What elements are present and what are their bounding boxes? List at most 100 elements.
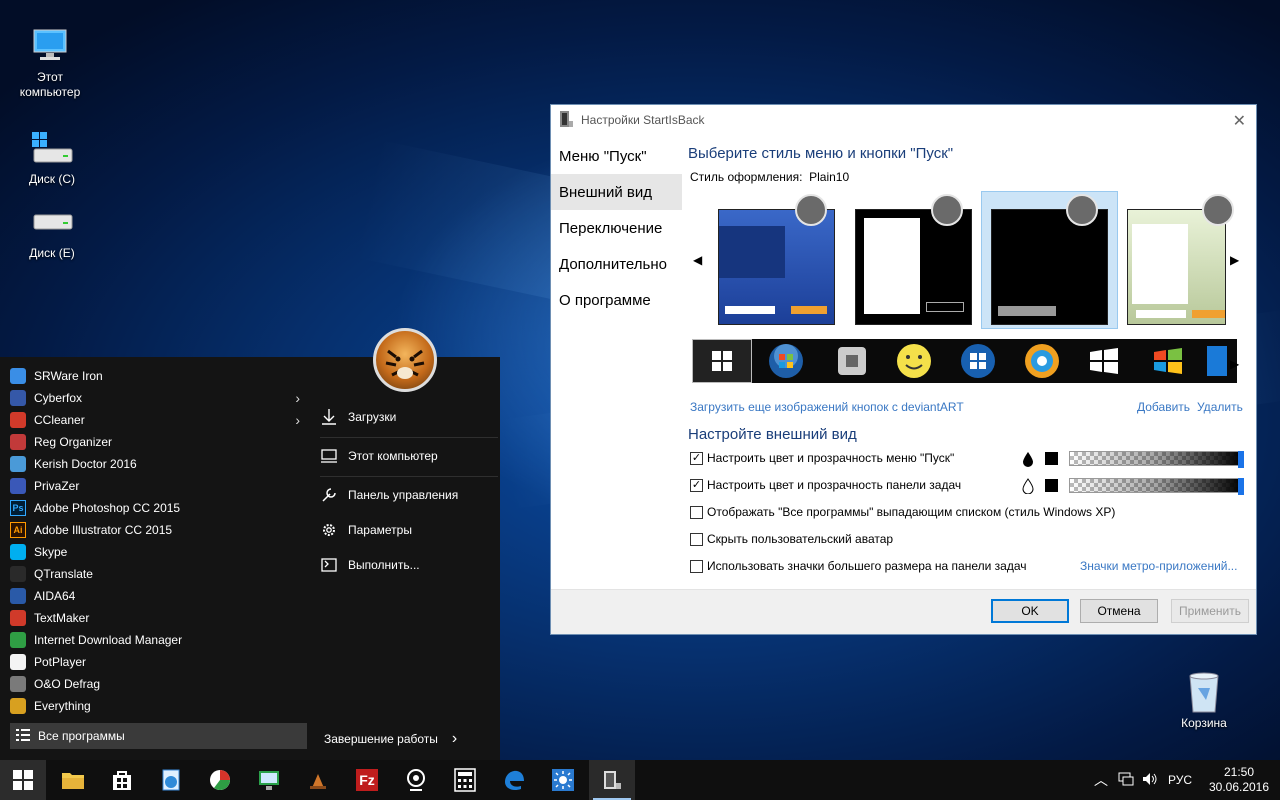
- shutdown-button[interactable]: Завершение работы ›: [324, 730, 457, 748]
- checkbox-checked[interactable]: ✓: [690, 478, 703, 492]
- start-item-this-pc[interactable]: Этот компьютер: [320, 438, 500, 474]
- option-checkbox-row[interactable]: Отображать "Все программы" выпадающим сп…: [690, 505, 1115, 519]
- start-menu-transparency-slider[interactable]: [1069, 451, 1244, 468]
- desktop-icon-drive-e[interactable]: Диск (E): [10, 202, 94, 261]
- start-program-item[interactable]: Skype: [10, 541, 310, 563]
- style-thumb-plain10[interactable]: [991, 209, 1108, 325]
- carousel-next-icon[interactable]: ▶: [1230, 253, 1239, 267]
- orb-smiley[interactable]: [894, 343, 934, 379]
- taskbar-calculator[interactable]: [442, 760, 488, 800]
- user-avatar[interactable]: [373, 328, 437, 392]
- start-program-item[interactable]: O&O Defrag: [10, 673, 310, 695]
- network-icon[interactable]: [1118, 772, 1134, 789]
- style-thumb-xp-blue[interactable]: [718, 209, 835, 325]
- start-program-item[interactable]: Kerish Doctor 2016: [10, 453, 310, 475]
- start-program-item[interactable]: TextMaker: [10, 607, 310, 629]
- nav-item[interactable]: Дополнительно: [551, 246, 682, 282]
- start-program-item[interactable]: Ai Adobe Illustrator CC 2015: [10, 519, 310, 541]
- taskbar-edge[interactable]: [491, 760, 537, 800]
- taskbar-app-5[interactable]: [393, 760, 439, 800]
- startisback-settings-dialog: Настройки StartIsBack ✕ Меню "Пуск" Внешн…: [550, 104, 1257, 635]
- orb-gray[interactable]: [832, 343, 872, 379]
- start-button[interactable]: [0, 760, 46, 800]
- orb-windows7[interactable]: [766, 343, 806, 379]
- start-program-item[interactable]: Cyberfox ›: [10, 387, 310, 409]
- dialog-titlebar[interactable]: Настройки StartIsBack ✕: [551, 105, 1256, 135]
- program-label: TextMaker: [34, 611, 90, 625]
- orb-swirl[interactable]: [1022, 343, 1062, 379]
- volume-icon[interactable]: [1142, 772, 1158, 789]
- start-item-settings[interactable]: Параметры: [320, 512, 500, 548]
- checkbox-unchecked[interactable]: [690, 505, 703, 519]
- option-checkbox-row[interactable]: Скрыть пользовательский аватар: [690, 532, 893, 546]
- checkbox-unchecked[interactable]: [690, 559, 703, 573]
- start-program-item[interactable]: Internet Download Manager: [10, 629, 310, 651]
- windows-flag-color-icon: [1154, 348, 1182, 374]
- orb-next-icon[interactable]: ▶: [1230, 357, 1239, 371]
- start-program-item[interactable]: AIDA64: [10, 585, 310, 607]
- orb-windows8[interactable]: [958, 343, 998, 379]
- checkbox-checked[interactable]: ✓: [690, 451, 703, 465]
- taskbar-app-4[interactable]: [295, 760, 341, 800]
- all-programs-button[interactable]: Все программы: [10, 723, 307, 749]
- start-program-item[interactable]: SRWare Iron: [10, 365, 310, 387]
- nav-item[interactable]: Переключение: [551, 210, 682, 246]
- taskbar-transparency-slider[interactable]: [1069, 478, 1244, 495]
- orb-windows-white[interactable]: [1084, 343, 1124, 379]
- apply-button[interactable]: Применить: [1171, 599, 1249, 623]
- taskbar-app-6[interactable]: [540, 760, 586, 800]
- start-item-label: Загрузки: [348, 410, 397, 424]
- start-program-item[interactable]: PrivaZer: [10, 475, 310, 497]
- start-item-control-panel[interactable]: Панель управления: [320, 477, 500, 513]
- taskbar-store[interactable]: [99, 760, 145, 800]
- add-link[interactable]: Добавить: [1137, 400, 1190, 414]
- desktop-icon-this-pc[interactable]: Этот компьютер: [8, 26, 92, 100]
- cancel-button[interactable]: Отмена: [1080, 599, 1158, 623]
- taskbar-filezilla[interactable]: Fz: [344, 760, 390, 800]
- desktop-icon-recycle-bin[interactable]: Корзина: [1162, 672, 1246, 731]
- style-thumb-plain-light[interactable]: [855, 209, 972, 325]
- clock[interactable]: 21:50 30.06.2016: [1204, 765, 1274, 795]
- windows7-orb-icon: [769, 344, 803, 378]
- start-program-item[interactable]: Everything: [10, 695, 310, 717]
- start-program-item[interactable]: PotPlayer: [10, 651, 310, 673]
- close-icon[interactable]: ✕: [1233, 111, 1246, 131]
- option-checkbox-row[interactable]: ✓ Настроить цвет и прозрачность меню "Пус…: [690, 451, 954, 465]
- start-menu-color-swatch[interactable]: [1045, 452, 1058, 465]
- calculator-icon: [454, 768, 476, 792]
- start-item-run[interactable]: Выполнить...: [320, 547, 500, 583]
- windows8-orb-icon: [961, 344, 995, 378]
- start-program-item[interactable]: Reg Organizer: [10, 431, 310, 453]
- start-program-item[interactable]: CCleaner ›: [10, 409, 310, 431]
- desktop-icon-drive-c[interactable]: Диск (C): [10, 128, 94, 187]
- taskbar-app-2[interactable]: [197, 760, 243, 800]
- start-item-downloads[interactable]: Загрузки: [320, 399, 500, 435]
- taskbar-file-explorer[interactable]: [50, 760, 96, 800]
- metro-icons-link[interactable]: Значки метро-приложений...: [1080, 559, 1237, 573]
- nav-item[interactable]: Меню "Пуск": [551, 138, 682, 174]
- carousel-prev-icon[interactable]: ◀: [693, 253, 702, 267]
- start-program-item[interactable]: QTranslate: [10, 563, 310, 585]
- ok-button[interactable]: OK: [991, 599, 1069, 623]
- nav-item[interactable]: О программе: [551, 282, 682, 318]
- checkbox-unchecked[interactable]: [690, 532, 703, 546]
- orb-windows-color[interactable]: [1148, 343, 1188, 379]
- taskbar-app-3[interactable]: [246, 760, 292, 800]
- chevron-up-icon[interactable]: ︿: [1094, 770, 1108, 790]
- language-indicator[interactable]: РУС: [1168, 773, 1192, 787]
- remove-link[interactable]: Удалить: [1197, 400, 1243, 414]
- style-thumb-green[interactable]: [1127, 209, 1226, 325]
- slider-thumb[interactable]: [1238, 451, 1244, 468]
- nav-item[interactable]: Внешний вид: [551, 174, 682, 210]
- taskbar-startisback[interactable]: [589, 760, 635, 800]
- taskbar-color-swatch[interactable]: [1045, 479, 1058, 492]
- option-checkbox-row[interactable]: Использовать значки большего размера на …: [690, 559, 1027, 573]
- taskbar-app-1[interactable]: [148, 760, 194, 800]
- slider-thumb[interactable]: [1238, 478, 1244, 495]
- option-checkbox-row[interactable]: ✓ Настроить цвет и прозрачность панели за…: [690, 478, 961, 492]
- orb-partial[interactable]: [1205, 343, 1229, 379]
- deviantart-link[interactable]: Загрузить еще изображений кнопок с devia…: [690, 400, 964, 414]
- chevron-right-icon[interactable]: ›: [452, 730, 457, 748]
- start-program-item[interactable]: Ps Adobe Photoshop CC 2015: [10, 497, 310, 519]
- orb-windows10[interactable]: [692, 339, 752, 383]
